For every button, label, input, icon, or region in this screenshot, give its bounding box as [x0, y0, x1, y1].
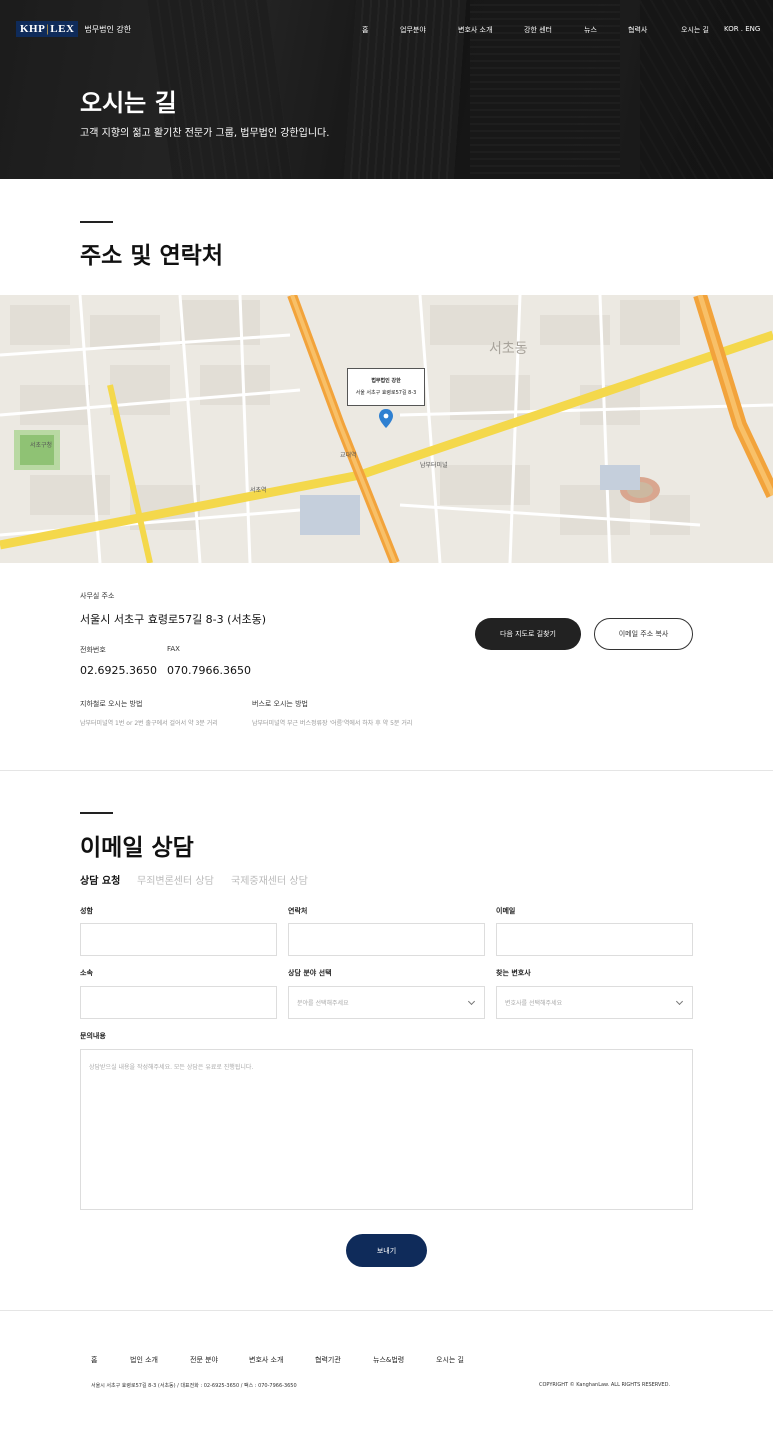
nav-lawyers[interactable]: 변호사 소개 — [458, 25, 492, 35]
footer-link-expertise[interactable]: 전문 분야 — [190, 1355, 218, 1365]
fax-label: FAX — [167, 645, 180, 653]
map-poi-label: 서초구청 — [30, 442, 53, 449]
lawyer-select[interactable]: 변호사를 선택해주세요 — [496, 986, 693, 1019]
message-textarea[interactable]: 상담받으실 내용을 작성해주세요. 모든 상담은 유료로 진행됩니다. — [80, 1049, 693, 1210]
footer-link-partners[interactable]: 협력기관 — [315, 1355, 341, 1365]
footer-link-directions[interactable]: 오시는 길 — [436, 1355, 464, 1365]
footer-link-news[interactable]: 뉴스&법령 — [373, 1355, 404, 1365]
nav-language[interactable]: KOR . ENG — [724, 25, 760, 33]
phone-value[interactable]: 02.6925.3650 — [80, 664, 157, 677]
chevron-down-icon — [467, 997, 476, 1006]
message-label: 문의내용 — [80, 1032, 106, 1040]
footer-divider — [0, 1310, 773, 1311]
name-input[interactable] — [80, 923, 277, 956]
chevron-down-icon — [675, 997, 684, 1006]
nav-practice-areas[interactable]: 업무분야 — [400, 25, 426, 35]
subway-label: 지하철로 오시는 방법 — [80, 700, 143, 708]
contact-label: 연락처 — [288, 907, 308, 915]
phone-label: 전화번호 — [80, 646, 106, 654]
affiliation-input[interactable] — [80, 986, 277, 1019]
map-graphic — [0, 295, 773, 563]
address-value: 서울시 서초구 효령로57길 8-3 (서초동) — [80, 613, 267, 626]
subway-desc: 남부터미널역 1번 or 2번 출구에서 걸어서 약 3분 거리 — [80, 720, 218, 727]
section-divider-line — [80, 221, 113, 223]
nav-partners[interactable]: 협력사 — [628, 25, 647, 35]
map-info-popup: 법무법인 강한 서울 서초구 효령로57길 8-3 — [347, 368, 425, 406]
name-label: 성함 — [80, 907, 93, 915]
nav-directions[interactable]: 오시는 길 — [681, 25, 709, 35]
map-area-label: 서초동 — [489, 341, 528, 357]
bus-label: 버스로 오시는 방법 — [252, 700, 308, 708]
footer-copyright: COPYRIGHT © KanghanLaw. ALL RIGHTS RESER… — [539, 1382, 671, 1388]
bus-desc: 남부터미널역 부근 버스정류장 '어름'역에서 하차 후 약 5분 거리 — [252, 720, 413, 727]
field-select-label: 상담 분야 선택 — [288, 969, 332, 977]
location-map[interactable]: 서초동 남부터미널 서초구청 교대역 서초역 — [0, 295, 773, 563]
send-button[interactable]: 보내기 — [346, 1234, 427, 1267]
footer-link-lawyers[interactable]: 변호사 소개 — [249, 1355, 283, 1365]
tab-arbitration-center[interactable]: 국제중재센터 상담 — [231, 872, 308, 887]
contact-input[interactable] — [288, 923, 485, 956]
main-nav: 홈 업무분야 변호사 소개 강한 센터 뉴스 협력사 오시는 길 KOR . E… — [0, 25, 773, 37]
footer-link-home[interactable]: 홈 — [91, 1355, 97, 1365]
hero-banner: KHP|LEX 법무법인 강한 홈 업무분야 변호사 소개 강한 센터 뉴스 협… — [0, 0, 773, 179]
field-select[interactable]: 분야를 선택해주세요 — [288, 986, 485, 1019]
lawyer-select-placeholder: 변호사를 선택해주세요 — [505, 1000, 563, 1007]
map-poi-label: 서초역 — [250, 487, 267, 494]
footer-company-info: 서울시 서초구 효령로57길 8-3 (서초동) / 대표전화 : 02-692… — [91, 1383, 297, 1389]
nav-news[interactable]: 뉴스 — [584, 25, 597, 35]
map-directions-button[interactable]: 다음 지도로 길찾기 — [475, 618, 581, 650]
fax-value: 070.7966.3650 — [167, 664, 251, 677]
page-subtitle: 고객 지향의 젊고 활기찬 전문가 그룹, 법무법인 강한입니다. — [80, 128, 330, 139]
nav-center[interactable]: 강한 센터 — [524, 25, 552, 35]
lawyer-select-label: 찾는 변호사 — [496, 969, 531, 977]
section-divider — [0, 770, 773, 771]
tab-consult-request[interactable]: 상담 요청 — [80, 872, 120, 887]
tab-defense-center[interactable]: 무죄변론센터 상담 — [137, 872, 214, 887]
email-input[interactable] — [496, 923, 693, 956]
field-select-placeholder: 분야를 선택해주세요 — [297, 1000, 349, 1007]
copy-email-button[interactable]: 이메일 주소 복사 — [594, 618, 693, 650]
email-section-title: 이메일 상담 — [80, 835, 194, 861]
affiliation-label: 소속 — [80, 969, 93, 977]
section-divider-line — [80, 812, 113, 814]
map-popup-title: 법무법인 강한 — [371, 378, 401, 384]
address-label: 사무실 주소 — [80, 592, 115, 600]
nav-home[interactable]: 홈 — [362, 25, 368, 35]
map-popup-address: 서울 서초구 효령로57길 8-3 — [355, 390, 417, 396]
map-poi-label: 교대역 — [340, 452, 357, 459]
email-label: 이메일 — [496, 907, 516, 915]
page-title: 오시는 길 — [80, 89, 177, 117]
footer-link-about[interactable]: 법인 소개 — [130, 1355, 158, 1365]
message-placeholder: 상담받으실 내용을 작성해주세요. 모든 상담은 유료로 진행됩니다. — [89, 1064, 254, 1071]
contact-section-title: 주소 및 연락처 — [80, 243, 223, 269]
map-poi-label: 남부터미널 — [420, 462, 448, 469]
